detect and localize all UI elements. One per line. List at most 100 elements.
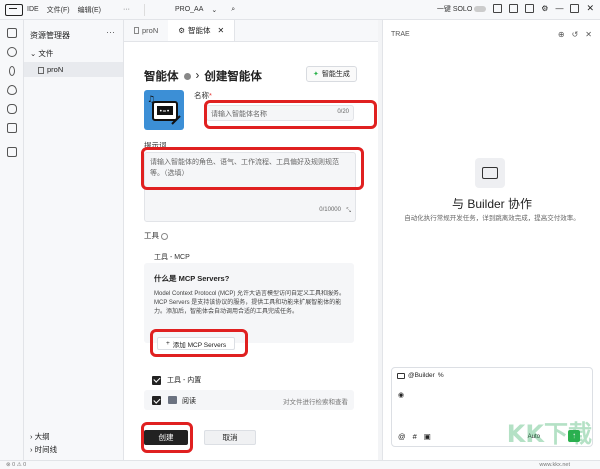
chevron-right-icon: › xyxy=(30,445,33,454)
preview-eye-icon[interactable] xyxy=(6,85,17,95)
source-control-icon[interactable] xyxy=(8,66,15,76)
layout-left-icon[interactable] xyxy=(493,4,503,13)
maximize-icon[interactable] xyxy=(570,4,580,13)
ide-logo-icon xyxy=(5,3,23,16)
panel-actions: ⊕ ↺ ✕ xyxy=(558,30,592,39)
explorer-icon[interactable] xyxy=(6,28,17,38)
image-icon[interactable]: ▣ xyxy=(424,432,431,441)
debug-icon[interactable] xyxy=(6,104,17,114)
builder-logo-icon xyxy=(475,158,505,188)
sparkle-icon: ✦ xyxy=(313,71,319,78)
builtin-checkbox[interactable] xyxy=(152,375,161,385)
more-icon[interactable]: ··· xyxy=(106,27,115,37)
breadcrumb: 智能体 › 创建智能体 xyxy=(144,68,262,84)
extensions-icon[interactable] xyxy=(6,147,17,157)
info-icon[interactable] xyxy=(161,232,169,240)
svg-text:♫: ♫ xyxy=(147,95,155,105)
toggle-icon xyxy=(474,5,487,12)
gear-icon: ⚙ xyxy=(178,26,185,35)
panel-title: TRAE xyxy=(391,31,410,38)
menu-file[interactable]: 文件(F) xyxy=(47,5,70,15)
tab-agent[interactable]: ⚙ 智能体 ✕ xyxy=(168,20,236,41)
search-icon[interactable] xyxy=(6,47,17,57)
mention-icon[interactable]: @ xyxy=(398,432,406,441)
read-tool-row[interactable]: 阅读 对文件进行检索和查看 xyxy=(144,390,354,410)
tab-bar: proN ⚙ 智能体 ✕ xyxy=(124,20,378,42)
search-icon[interactable]: ⌕ xyxy=(231,6,235,14)
close-icon[interactable]: ✕ xyxy=(586,3,594,14)
solo-button[interactable]: 一键 SOLO xyxy=(436,4,487,14)
outline-label: 大纲 xyxy=(34,432,50,441)
timeline-section[interactable]: › 时间线 xyxy=(24,444,124,455)
read-tool-desc: 对文件进行检索和查看 xyxy=(283,399,348,406)
close-icon[interactable]: ✕ xyxy=(585,30,592,39)
page-title: 创建智能体 xyxy=(204,71,262,83)
crumb-root[interactable]: 智能体 xyxy=(144,68,179,84)
help-icon[interactable] xyxy=(183,72,191,80)
file-icon xyxy=(134,27,139,34)
name-label-text: 名称 xyxy=(194,91,209,100)
editor-area: proN ⚙ 智能体 ✕ 智能体 › 创建智能体 ✦ 智能生成 •=• ♫ 名称… xyxy=(124,20,378,460)
highlight-box-create xyxy=(141,422,193,453)
smart-generate-label: 智能生成 xyxy=(321,71,350,78)
tab-file[interactable]: proN xyxy=(124,20,168,41)
tab-agent-label: 智能体 xyxy=(188,26,211,35)
files-section[interactable]: ⌄ 文件 xyxy=(24,45,123,62)
history-icon[interactable]: ↺ xyxy=(572,30,579,39)
highlight-box-prompt xyxy=(141,147,364,190)
read-tool-checkbox[interactable] xyxy=(152,396,161,405)
title-bar: IDE 文件(F) 编辑(E) ··· PRO_AA ⌄ ⌕ 一键 SOLO ⚙… xyxy=(0,0,600,20)
outline-section[interactable]: › 大纲 xyxy=(24,431,124,442)
highlight-box-name xyxy=(204,100,377,129)
status-bar: ⊗ 0 ⚠ 0 www.kkx.net xyxy=(0,460,600,469)
watermark-logo: KK下载 xyxy=(506,420,592,448)
read-tool-label: 阅读 xyxy=(182,398,196,405)
file-item-label: proN xyxy=(47,65,64,74)
file-icon xyxy=(38,66,44,74)
project-dropdown-icon[interactable]: ⌄ xyxy=(211,6,217,14)
builder-tag[interactable]: @Builder % xyxy=(397,372,444,379)
site-url: www.kkx.net xyxy=(539,462,570,468)
builder-small-icon xyxy=(397,372,405,379)
new-chat-icon[interactable]: ⊕ xyxy=(558,30,565,39)
svg-text:•=•: •=• xyxy=(159,108,170,115)
divider xyxy=(143,3,145,16)
settings-icon[interactable]: ⚙ xyxy=(541,4,548,13)
solo-label: 一键 SOLO xyxy=(436,5,473,13)
layout-right-icon[interactable] xyxy=(525,4,535,13)
crumb-separator: › xyxy=(195,70,200,82)
context-icon[interactable]: ◉ xyxy=(398,391,404,399)
smart-generate-button[interactable]: ✦ 智能生成 xyxy=(306,66,357,82)
cancel-button[interactable]: 取消 xyxy=(204,430,256,445)
highlight-box-add-mcp xyxy=(150,329,248,357)
app-label: IDE xyxy=(27,6,39,13)
chevron-right-icon: › xyxy=(30,432,33,441)
project-name[interactable]: PRO_AA xyxy=(175,6,203,13)
expand-icon[interactable]: ⤡ xyxy=(346,206,351,217)
remote-icon[interactable] xyxy=(6,123,17,133)
builder-tag-icon: % xyxy=(437,372,444,379)
explorer-panel: 资源管理器 ··· ⌄ 文件 proN › 大纲 › 时间线 xyxy=(24,20,124,460)
file-item[interactable]: proN xyxy=(24,62,123,77)
builder-panel: TRAE ⊕ ↺ ✕ 与 Builder 协作 自动化执行常规开发任务，详到跳离… xyxy=(382,20,600,460)
builder-tag-label: @Builder xyxy=(408,372,435,379)
close-icon[interactable]: ✕ xyxy=(218,26,225,35)
agent-avatar[interactable]: •=• ♫ xyxy=(144,90,184,130)
timeline-label: 时间线 xyxy=(34,445,58,454)
builtin-tools-row[interactable]: 工具 - 内置 xyxy=(152,375,201,385)
chat-toolbar: @ # ▣ xyxy=(398,432,431,441)
mcp-title: 什么是 MCP Servers? xyxy=(154,274,230,283)
builder-heading: 与 Builder 协作 xyxy=(451,197,533,211)
mcp-description: Model Context Protocol (MCP) 允许大语言模型访问自定… xyxy=(154,291,346,315)
menu-more[interactable]: ··· xyxy=(123,6,130,13)
chevron-down-icon: ⌄ xyxy=(30,49,37,58)
avatar-image: •=• ♫ xyxy=(147,95,181,125)
menu-edit[interactable]: 编辑(E) xyxy=(78,5,101,15)
hash-icon[interactable]: # xyxy=(413,432,417,441)
problems-count[interactable]: ⊗ 0 ⚠ 0 xyxy=(6,462,26,468)
layout-bottom-icon[interactable] xyxy=(509,4,519,13)
read-tool-icon xyxy=(168,396,177,404)
minimize-icon[interactable]: — xyxy=(555,4,563,13)
files-section-label: 文件 xyxy=(38,49,54,58)
builder-description: 自动化执行常规开发任务，详到跳离效完成，提高交付效率。 xyxy=(404,215,580,222)
